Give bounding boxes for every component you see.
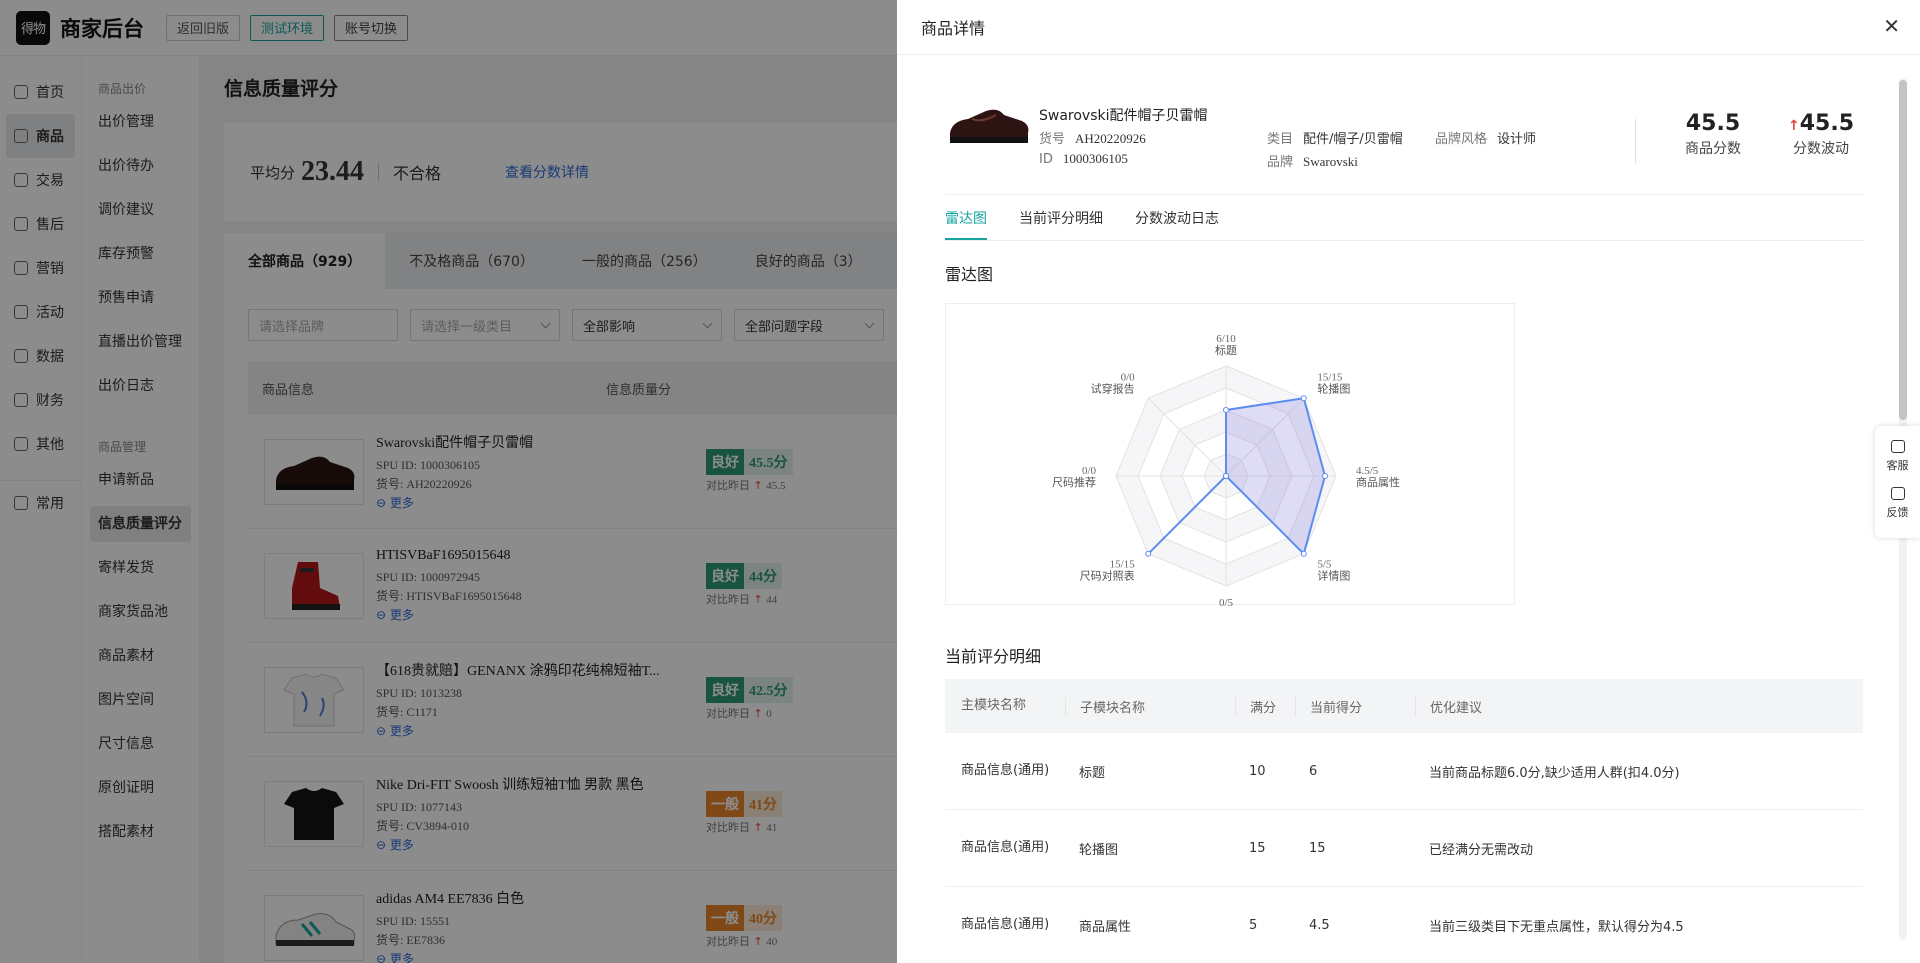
table-row: 商品信息(通用) 轮播图 15 15 已经满分无需改动 [945, 810, 1863, 887]
radar-axis-label: 标题 [1215, 343, 1237, 357]
feedback-button[interactable]: 反馈 [1887, 487, 1909, 520]
score-cell: 4.5 [1309, 917, 1330, 933]
drawer-body: Swarovski配件帽子贝雷帽 货号 AH20220926 ID 10003061… [945, 55, 1865, 963]
drawer-title: 商品详情 [921, 19, 986, 38]
radar-axis-label: 尺码推荐 [1052, 475, 1096, 489]
headset-icon [1890, 440, 1905, 453]
table-row: 商品信息(通用) 标题 10 6 当前商品标题6.0分,缺少适用人群(扣4.0分) [945, 733, 1863, 810]
radar-axis-label: 商品属性 [1356, 475, 1400, 489]
radar-point [1145, 550, 1152, 557]
drawer-header: 商品详情 ✕ [897, 0, 1920, 55]
product-image [945, 97, 1031, 153]
product-score: 45.5 商品分数 [1663, 111, 1763, 158]
score-detail-table: 主模块名称 子模块名称 满分 当前得分 优化建议 商品信息(通用) 标题 10 6 当前商品标题… [945, 679, 1863, 963]
score-cell: 商品信息(通用) [961, 917, 1050, 932]
style-value: 设计师 [1497, 132, 1537, 147]
score-cell: 商品信息(通用) [961, 840, 1050, 855]
product-sku: 货号 AH20220926 [1039, 128, 1146, 147]
service-button[interactable]: 客服 [1887, 440, 1909, 473]
radar-axis-label: 尺码对照表 [1080, 568, 1135, 582]
product-name: Swarovski配件帽子贝雷帽 [1039, 108, 1208, 124]
score-cell: 15 [1309, 840, 1326, 856]
score-cell: 商品信息(通用) [961, 763, 1050, 778]
table-row: 商品信息(通用) 商品属性 5 4.5 当前三级类目下无重点属性，默认得分为4.5 [945, 887, 1863, 963]
radar-axis-label: 详情图 [1317, 568, 1350, 582]
scrollbar-thumb[interactable] [1899, 80, 1907, 420]
radar-axis-label: 试穿报告 [1091, 382, 1135, 396]
id-key: ID [1039, 152, 1053, 167]
product-summary: Swarovski配件帽子贝雷帽 货号 AH20220926 ID 10003061… [945, 55, 1865, 195]
close-icon[interactable]: ✕ [1883, 16, 1900, 36]
score-cell: 当前商品标题6.0分,缺少适用人群(扣4.0分) [1429, 765, 1680, 781]
feedback-icon [1890, 487, 1905, 500]
radar-svg: 6/10标题15/15轮播图4.5/5商品属性5/5详情图0/5轮播图视频15/… [1052, 333, 1400, 621]
detail-tab-2[interactable]: 分数波动日志 [1135, 208, 1219, 240]
score-cell: 商品属性 [1079, 919, 1132, 935]
score-delta-value: 45.5 [1799, 111, 1854, 136]
product-detail-drawer: 商品详情 ✕ Swarovski配件帽子贝雷帽 货号 AH20220926 ID 1… [897, 0, 1920, 963]
score-col-header: 满分 [1235, 696, 1295, 716]
divider [1635, 119, 1636, 163]
detail-section-title: 当前评分明细 [945, 647, 1042, 666]
score-col-header: 优化建议 [1415, 696, 1863, 716]
feedback-label: 反馈 [1886, 506, 1909, 519]
radar-chart: 6/10标题15/15轮播图4.5/5商品属性5/5详情图0/5轮播图视频15/… [945, 303, 1515, 621]
score-col-header: 当前得分 [1295, 696, 1415, 716]
score-delta-label: 分数波动 [1793, 141, 1849, 157]
id-value: 1000306105 [1062, 151, 1128, 166]
detail-tabs: 雷达图 当前评分明细 分数波动日志 [945, 195, 1865, 241]
radar-point [1223, 473, 1229, 479]
product-score-value: 45.5 [1685, 111, 1741, 136]
product-brand: 品牌 Swarovski [1267, 151, 1358, 170]
sku-value: AH20220926 [1075, 131, 1146, 146]
score-cell: 10 [1249, 763, 1266, 779]
score-cell: 15 [1249, 840, 1266, 856]
sku-key: 货号 [1039, 132, 1066, 147]
radar-axis-label: 轮播图 [1317, 382, 1350, 396]
radar-point [1322, 473, 1328, 479]
floating-helper: 客服 反馈 [1875, 426, 1920, 538]
arrow-up-icon: ↑ [1787, 118, 1800, 134]
score-cell: 6 [1309, 763, 1318, 779]
score-cell: 轮播图 [1079, 842, 1119, 858]
score-cell: 5 [1249, 917, 1258, 933]
radar-point [1223, 407, 1229, 413]
score-cell: 当前三级类目下无重点属性，默认得分为4.5 [1429, 919, 1684, 935]
product-id: ID 1000306105 [1039, 151, 1128, 167]
radar-point [1300, 550, 1307, 557]
detail-tab-1[interactable]: 当前评分明细 [1019, 208, 1103, 240]
score-cell: 已经满分无需改动 [1429, 842, 1534, 858]
style-key: 品牌风格 [1435, 132, 1488, 147]
product-score-label: 商品分数 [1685, 141, 1741, 157]
score-col-header: 子模块名称 [1065, 696, 1235, 716]
product-category: 类目 配件/帽子/贝雷帽 [1267, 128, 1403, 147]
brand-key: 品牌 [1267, 155, 1294, 170]
radar-section-title: 雷达图 [945, 265, 994, 284]
score-cell: 标题 [1079, 765, 1106, 781]
category-value: 配件/帽子/贝雷帽 [1303, 132, 1403, 147]
score-table-header: 主模块名称 子模块名称 满分 当前得分 优化建议 [945, 679, 1863, 733]
score-col-header: 主模块名称 [961, 698, 1027, 713]
radar-point [1300, 395, 1307, 402]
product-style: 品牌风格 设计师 [1435, 128, 1536, 147]
service-label: 客服 [1886, 459, 1909, 472]
radar-value-label: 0/5 [1219, 597, 1234, 606]
category-key: 类目 [1267, 132, 1294, 147]
detail-tab-0[interactable]: 雷达图 [945, 208, 987, 240]
score-delta: ↑45.5 分数波动 [1771, 111, 1871, 158]
brand-value: Swarovski [1303, 154, 1358, 169]
